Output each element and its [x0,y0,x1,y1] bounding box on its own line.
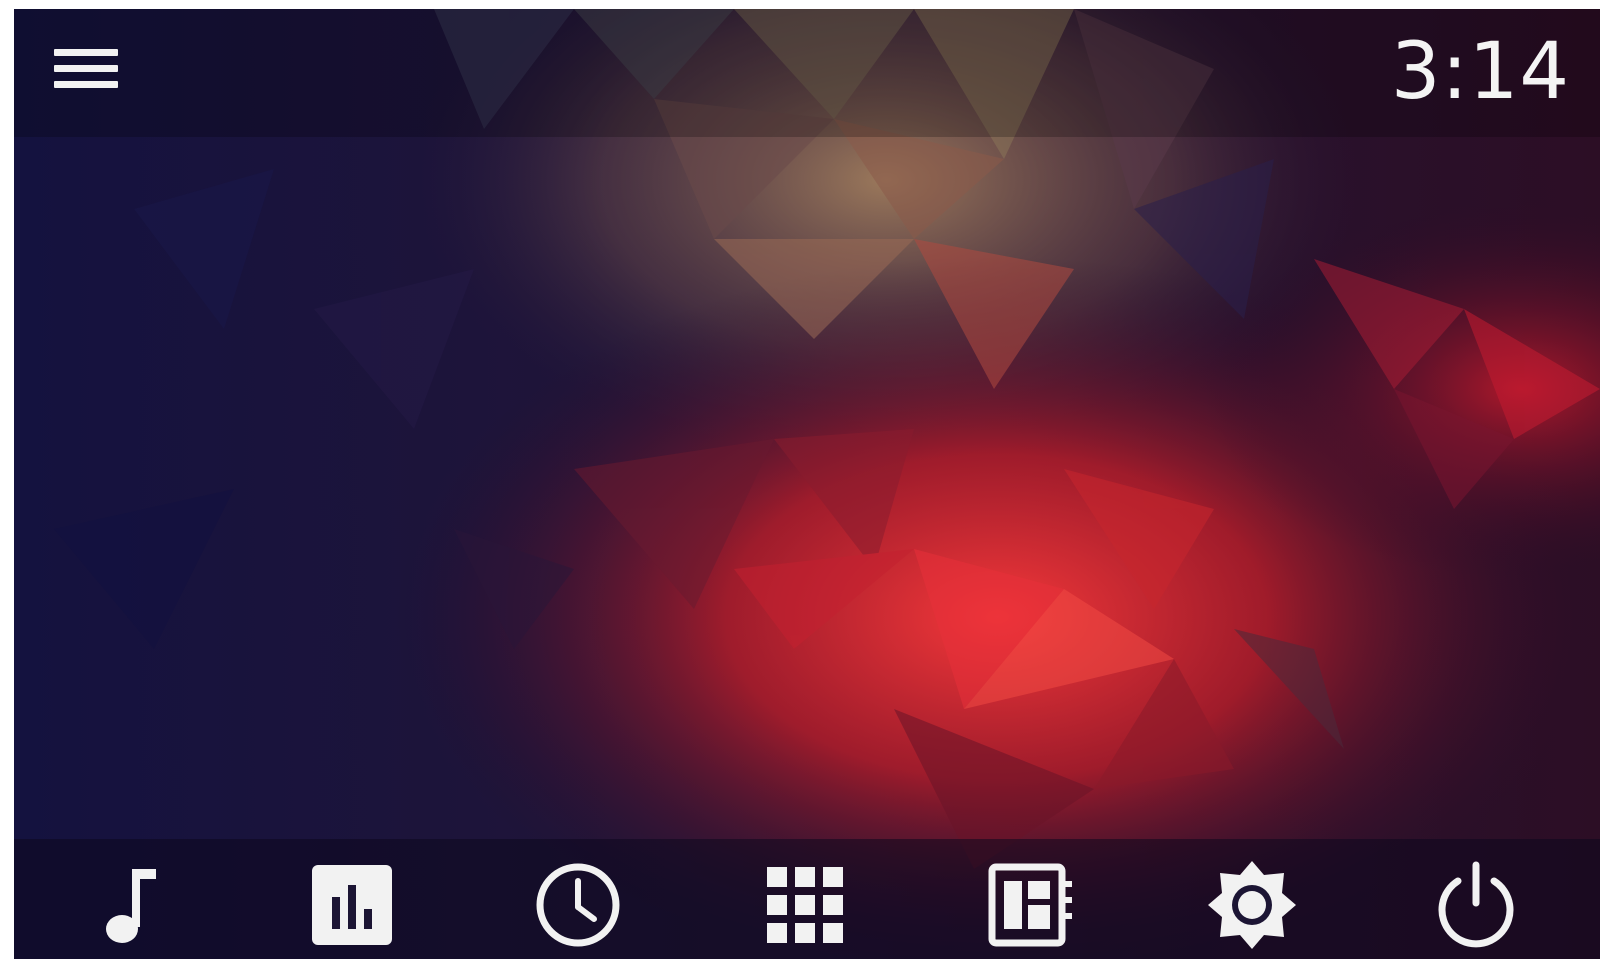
wallpaper-image [14,9,1600,959]
music-note-icon [106,869,156,943]
equalizer-icon [312,865,392,945]
dashboard-icon [988,863,1072,947]
clock-icon [536,863,620,947]
app-grid-icon [767,867,843,943]
dashboard-button[interactable] [982,857,1078,953]
hamburger-menu-icon[interactable] [48,35,118,103]
brightness-button[interactable] [1204,857,1300,953]
clock-time: 3:14 [1390,27,1570,117]
brightness-icon [1208,861,1296,949]
bottom-dock [14,839,1600,959]
music-button[interactable] [82,857,178,953]
home-screen: 3:14 [14,9,1600,959]
apps-button[interactable] [757,857,853,953]
clock-button[interactable] [530,857,626,953]
power-icon [1438,861,1514,948]
equalizer-button[interactable] [304,857,400,953]
power-button[interactable] [1428,857,1524,953]
status-bar: 3:14 [14,9,1600,137]
